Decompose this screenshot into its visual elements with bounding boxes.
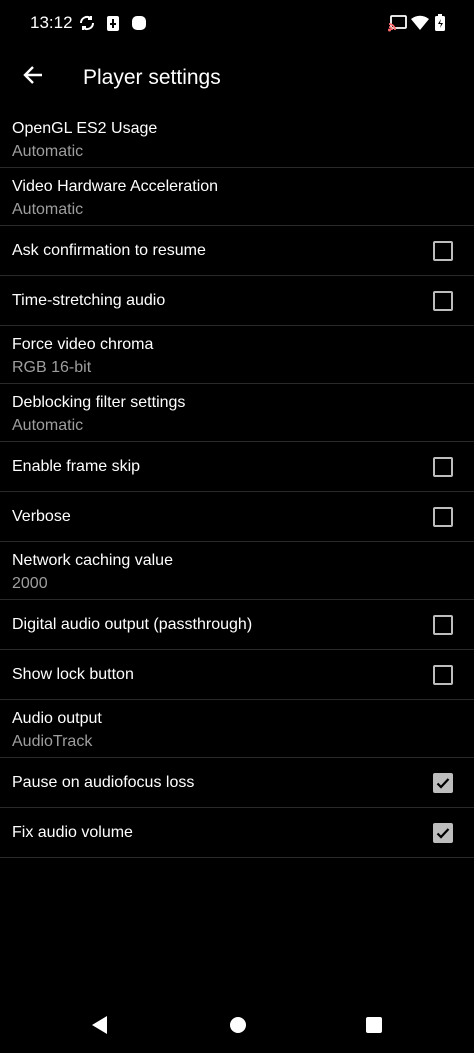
check-icon xyxy=(436,828,450,839)
setting-title: Network caching value xyxy=(12,552,173,569)
setting-title: Verbose xyxy=(12,508,71,525)
setting-title: Time-stretching audio xyxy=(12,292,166,309)
page-title: Player settings xyxy=(83,66,221,89)
setting-title: Enable frame skip xyxy=(12,458,141,475)
setting-summary: AudioTrack xyxy=(12,733,93,750)
setting-audio-output[interactable]: Audio output AudioTrack xyxy=(0,700,474,758)
system-navigation-bar xyxy=(0,1000,474,1053)
wifi-icon xyxy=(410,14,430,37)
setting-title: Digital audio output (passthrough) xyxy=(12,616,253,633)
settings-list: OpenGL ES2 Usage Automatic Video Hardwar… xyxy=(0,110,474,858)
setting-title: Show lock button xyxy=(12,666,134,683)
app-bar: Player settings xyxy=(0,50,474,106)
setting-title: Ask confirmation to resume xyxy=(12,242,206,259)
setting-show-lock-button[interactable]: Show lock button xyxy=(0,650,474,700)
setting-verbose[interactable]: Verbose xyxy=(0,492,474,542)
nav-back-icon[interactable] xyxy=(90,1014,110,1041)
notification-dot-icon xyxy=(130,14,148,37)
checkbox[interactable] xyxy=(433,241,453,261)
setting-summary: Automatic xyxy=(12,201,84,218)
nav-home-icon[interactable] xyxy=(228,1014,248,1041)
checkbox[interactable] xyxy=(433,291,453,311)
setting-title: OpenGL ES2 Usage xyxy=(12,120,158,137)
checkbox[interactable] xyxy=(433,665,453,685)
check-icon xyxy=(436,778,450,789)
setting-deblocking-filter-settings[interactable]: Deblocking filter settings Automatic xyxy=(0,384,474,442)
setting-pause-on-audiofocus-loss[interactable]: Pause on audiofocus loss xyxy=(0,758,474,808)
nav-recents-icon[interactable] xyxy=(364,1014,384,1041)
setting-summary: Automatic xyxy=(12,143,84,160)
setting-summary: RGB 16-bit xyxy=(12,359,92,376)
setting-time-stretching-audio[interactable]: Time-stretching audio xyxy=(0,276,474,326)
arrow-back-icon xyxy=(22,64,44,91)
setting-opengl-es2-usage[interactable]: OpenGL ES2 Usage Automatic xyxy=(0,110,474,168)
cast-icon xyxy=(388,14,408,37)
status-bar: 13:12 xyxy=(0,0,474,46)
setting-digital-audio-output[interactable]: Digital audio output (passthrough) xyxy=(0,600,474,650)
status-time: 13:12 xyxy=(30,13,73,32)
setting-title: Fix audio volume xyxy=(12,824,133,841)
checkbox-checked[interactable] xyxy=(433,823,453,843)
setting-ask-confirmation-to-resume[interactable]: Ask confirmation to resume xyxy=(0,226,474,276)
sync-icon xyxy=(78,14,96,37)
battery-icon xyxy=(434,14,446,37)
checkbox-checked[interactable] xyxy=(433,773,453,793)
setting-summary: Automatic xyxy=(12,417,84,434)
setting-title: Pause on audiofocus loss xyxy=(12,774,195,791)
setting-network-caching-value[interactable]: Network caching value 2000 xyxy=(0,542,474,600)
setting-fix-audio-volume[interactable]: Fix audio volume xyxy=(0,808,474,858)
setting-summary: 2000 xyxy=(12,575,48,592)
setting-title: Force video chroma xyxy=(12,336,154,353)
battery-saver-icon xyxy=(106,14,120,37)
setting-video-hardware-acceleration[interactable]: Video Hardware Acceleration Automatic xyxy=(0,168,474,226)
setting-force-video-chroma[interactable]: Force video chroma RGB 16-bit xyxy=(0,326,474,384)
setting-enable-frame-skip[interactable]: Enable frame skip xyxy=(0,442,474,492)
setting-title: Audio output xyxy=(12,710,102,727)
checkbox[interactable] xyxy=(433,457,453,477)
setting-title: Deblocking filter settings xyxy=(12,394,186,411)
checkbox[interactable] xyxy=(433,615,453,635)
back-button[interactable] xyxy=(16,60,50,94)
checkbox[interactable] xyxy=(433,507,453,527)
setting-title: Video Hardware Acceleration xyxy=(12,178,219,195)
